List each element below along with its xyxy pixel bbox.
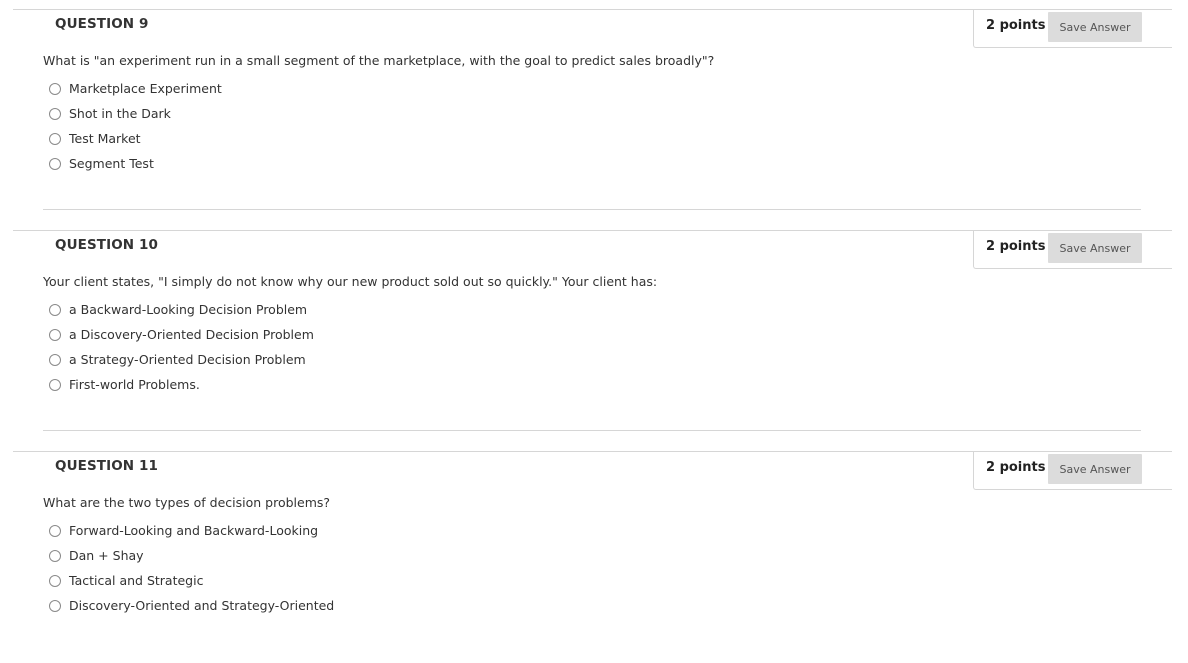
- answer-options: a Backward-Looking Decision Problem a Di…: [49, 297, 314, 397]
- answer-option-label: Forward-Looking and Backward-Looking: [69, 523, 319, 538]
- answer-option-label: Discovery-Oriented and Strategy-Oriented: [69, 598, 335, 613]
- answer-option-label: a Strategy-Oriented Decision Problem: [69, 352, 306, 367]
- answer-option-label: Tactical and Strategic: [69, 573, 204, 588]
- save-answer-button[interactable]: Save Answer: [1048, 12, 1142, 42]
- radio-button[interactable]: [49, 328, 61, 341]
- answer-option-label: First-world Problems.: [69, 377, 200, 392]
- question-title: QUESTION 9: [55, 16, 149, 32]
- save-answer-button[interactable]: Save Answer: [1048, 454, 1142, 484]
- question-prompt: Your client states, "I simply do not kno…: [43, 274, 658, 289]
- save-answer-button[interactable]: Save Answer: [1048, 233, 1142, 263]
- question-title: QUESTION 10: [55, 237, 158, 253]
- answer-option[interactable]: a Discovery-Oriented Decision Problem: [49, 322, 314, 347]
- answer-option[interactable]: Marketplace Experiment: [49, 76, 222, 101]
- answer-option[interactable]: Discovery-Oriented and Strategy-Oriented: [49, 593, 334, 618]
- answer-option[interactable]: Test Market: [49, 126, 222, 151]
- points-label: 2 points: [986, 460, 1046, 475]
- answer-options: Forward-Looking and Backward-Looking Dan…: [49, 518, 334, 618]
- answer-option[interactable]: Forward-Looking and Backward-Looking: [49, 518, 334, 543]
- answer-option-label: Marketplace Experiment: [69, 81, 222, 96]
- answer-option-label: Shot in the Dark: [69, 106, 171, 121]
- question-divider: [43, 209, 1141, 210]
- radio-button[interactable]: [49, 353, 61, 366]
- question-prompt: What are the two types of decision probl…: [43, 495, 331, 510]
- radio-button[interactable]: [49, 524, 61, 537]
- answer-option[interactable]: a Strategy-Oriented Decision Problem: [49, 347, 314, 372]
- question-10: QUESTION 10 2 points Save Answer Your cl…: [0, 221, 1188, 442]
- question-divider: [43, 430, 1141, 431]
- radio-button[interactable]: [49, 82, 61, 95]
- answer-option-label: Segment Test: [69, 156, 154, 171]
- answer-option[interactable]: a Backward-Looking Decision Problem: [49, 297, 314, 322]
- question-prompt: What is "an experiment run in a small se…: [43, 53, 715, 68]
- points-label: 2 points: [986, 18, 1046, 33]
- question-9: QUESTION 9 2 points Save Answer What is …: [0, 0, 1188, 221]
- answer-option[interactable]: Dan + Shay: [49, 543, 334, 568]
- answer-option-label: a Discovery-Oriented Decision Problem: [69, 327, 314, 342]
- answer-option-label: Dan + Shay: [69, 548, 144, 563]
- radio-button[interactable]: [49, 549, 61, 562]
- radio-button[interactable]: [49, 107, 61, 120]
- answer-option[interactable]: First-world Problems.: [49, 372, 314, 397]
- radio-button[interactable]: [49, 378, 61, 391]
- answer-option[interactable]: Tactical and Strategic: [49, 568, 334, 593]
- question-title: QUESTION 11: [55, 458, 158, 474]
- points-panel: 2 points Save Answer: [973, 9, 1172, 48]
- radio-button[interactable]: [49, 574, 61, 587]
- answer-option[interactable]: Segment Test: [49, 151, 222, 176]
- question-11: QUESTION 11 2 points Save Answer What ar…: [0, 442, 1188, 663]
- answer-option[interactable]: Shot in the Dark: [49, 101, 222, 126]
- radio-button[interactable]: [49, 303, 61, 316]
- points-label: 2 points: [986, 239, 1046, 254]
- answer-option-label: a Backward-Looking Decision Problem: [69, 302, 308, 317]
- radio-button[interactable]: [49, 157, 61, 170]
- points-panel: 2 points Save Answer: [973, 451, 1172, 490]
- points-panel: 2 points Save Answer: [973, 230, 1172, 269]
- radio-button[interactable]: [49, 599, 61, 612]
- answer-option-label: Test Market: [69, 131, 141, 146]
- radio-button[interactable]: [49, 132, 61, 145]
- answer-options: Marketplace Experiment Shot in the Dark …: [49, 76, 222, 176]
